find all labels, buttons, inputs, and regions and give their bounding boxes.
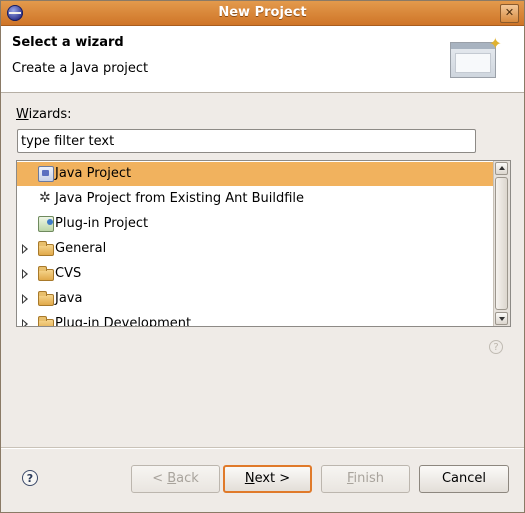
tree-item-plugin-project[interactable]: Plug-in Project [17, 212, 494, 236]
tree-item-general[interactable]: General [17, 237, 494, 261]
wizards-label: Wizards: [16, 107, 72, 122]
context-help-icon[interactable]: ? [489, 340, 503, 354]
tree-item-label: Java Project from Existing Ant Buildfile [55, 191, 305, 206]
tree-item-label: Plug-in Project [55, 216, 149, 231]
wizard-tree[interactable]: Java Project Java Project from Existing … [16, 160, 511, 327]
vertical-scrollbar[interactable] [493, 161, 510, 326]
new-project-dialog: New Project ✕ Select a wizard Create a J… [0, 0, 525, 513]
help-icon[interactable]: ? [22, 470, 38, 486]
tree-item-label: Java Project [55, 166, 132, 181]
next-button[interactable]: Next > [223, 465, 312, 493]
cancel-button[interactable]: Cancel [419, 465, 509, 493]
tree-item-label: Java [55, 291, 83, 306]
expand-arrow-icon[interactable] [22, 244, 28, 254]
scrollbar-thumb[interactable] [495, 177, 508, 310]
finish-label: inish [353, 471, 385, 486]
tree-item-cvs[interactable]: CVS [17, 262, 494, 286]
back-label: ack [176, 471, 199, 486]
filter-input[interactable] [21, 131, 461, 151]
finish-button[interactable]: Finish [321, 465, 410, 493]
folder-icon [38, 266, 54, 281]
tree-item-label: Plug-in Development [55, 316, 192, 327]
back-button[interactable]: < Back [131, 465, 220, 493]
scroll-up-arrow-icon[interactable] [495, 162, 508, 175]
title-bar[interactable]: New Project ✕ [1, 1, 524, 26]
plugin-project-icon [38, 216, 54, 232]
next-mnemonic: N [244, 471, 255, 486]
tree-item-label: CVS [55, 266, 82, 281]
folder-icon [38, 291, 54, 306]
next-label: ext > [254, 471, 291, 486]
scroll-down-arrow-icon[interactable] [495, 312, 508, 325]
wizards-label-text: izards: [28, 107, 72, 122]
ant-icon [38, 190, 54, 207]
back-mnemonic: B [167, 471, 177, 486]
tree-item-java-project[interactable]: Java Project [17, 162, 494, 186]
tree-item-plugin-development[interactable]: Plug-in Development [17, 312, 494, 327]
window-title: New Project [218, 5, 307, 20]
sparkle-icon: ✦ [488, 34, 502, 53]
wizard-header: Select a wizard Create a Java project ✦ [1, 26, 524, 93]
header-title: Select a wizard [12, 35, 124, 50]
wizards-label-mnemonic: W [16, 107, 29, 122]
button-bar-divider-highlight [1, 448, 524, 449]
java-project-icon [38, 166, 54, 182]
tree-item-label: General [55, 241, 107, 256]
filter-field[interactable] [17, 129, 476, 153]
close-button[interactable]: ✕ [500, 4, 519, 23]
back-prefix: < [152, 471, 168, 486]
expand-arrow-icon[interactable] [22, 269, 28, 279]
folder-icon [38, 241, 54, 256]
expand-arrow-icon[interactable] [22, 319, 28, 326]
tree-item-java[interactable]: Java [17, 287, 494, 311]
folder-icon [38, 316, 54, 326]
expand-arrow-icon[interactable] [22, 294, 28, 304]
tree-item-ant-project[interactable]: Java Project from Existing Ant Buildfile [17, 187, 494, 211]
header-description: Create a Java project [12, 61, 149, 76]
